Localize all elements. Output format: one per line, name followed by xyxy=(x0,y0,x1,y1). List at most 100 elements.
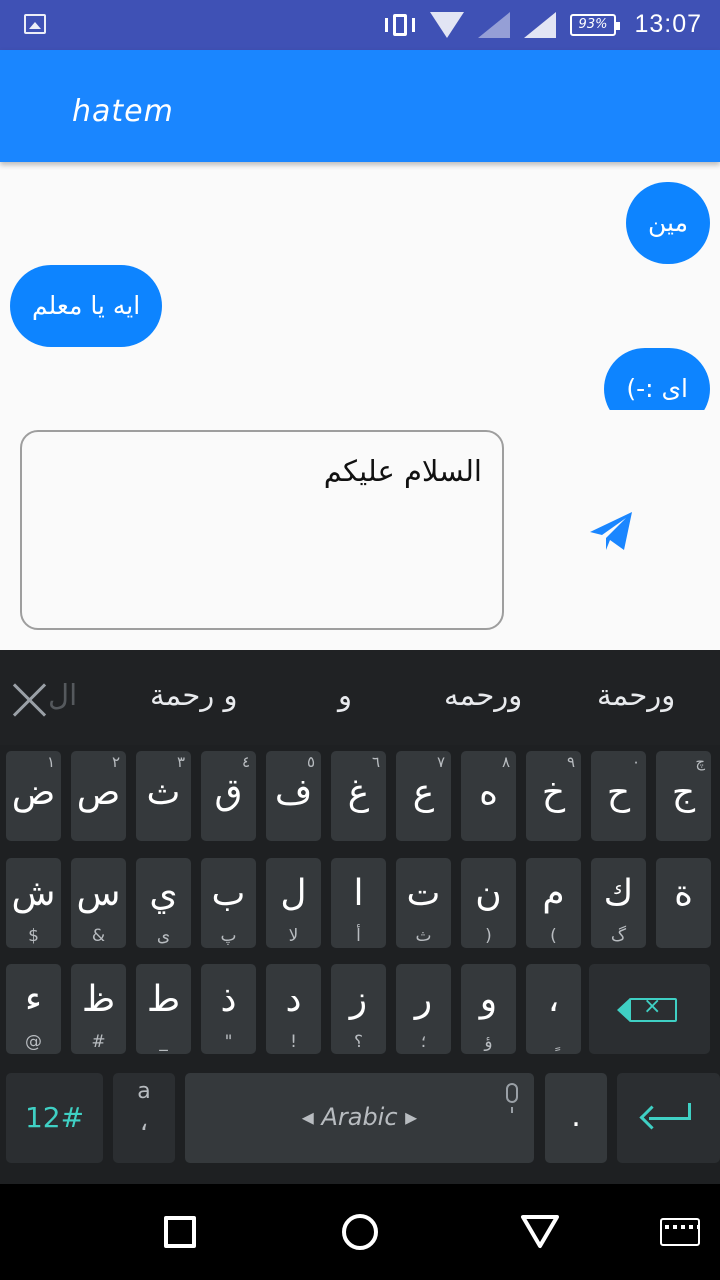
key-row2-6[interactable]: تث xyxy=(396,858,451,948)
app-title: hatem xyxy=(72,94,174,129)
message-input[interactable]: السلام عليكم xyxy=(20,430,504,630)
key-label: ظ xyxy=(81,979,116,1020)
key-row2-4[interactable]: ل لا xyxy=(266,858,321,948)
send-button[interactable] xyxy=(586,508,636,554)
key-alt-label: ( xyxy=(550,926,557,946)
key-label: ء xyxy=(25,979,42,1020)
key-row3-5[interactable]: ز ؟ xyxy=(331,964,386,1054)
key-label: ز xyxy=(349,979,368,1020)
key-alt-label: گ xyxy=(610,926,627,946)
signal-icon-sim1 xyxy=(478,12,510,38)
language-emoji-key[interactable]: a ، xyxy=(113,1073,175,1163)
suggestion-bar: ال و رحمة و ورحمه ورحمة xyxy=(0,650,720,745)
backspace-key[interactable] xyxy=(589,964,710,1054)
suggestion-item[interactable]: ورحمة xyxy=(597,678,675,712)
key-row1-8[interactable]: خ٩ xyxy=(526,751,581,841)
key-hint: ٣ xyxy=(176,753,185,771)
backspace-icon xyxy=(617,994,677,1022)
vibrate-icon xyxy=(384,12,416,38)
recents-button[interactable] xyxy=(164,1216,196,1248)
key-row3-0[interactable]: ء @ xyxy=(6,964,61,1054)
key-row2-8[interactable]: م( xyxy=(526,858,581,948)
key-hint: ٦ xyxy=(371,753,380,771)
key-label: ن xyxy=(475,873,502,914)
key-alt-label: _ xyxy=(159,1032,168,1052)
key-row1-1[interactable]: ص٢ xyxy=(71,751,126,841)
key-label: ، xyxy=(547,979,560,1020)
key-alt-label: ! xyxy=(290,1032,297,1052)
key-hint: ٧ xyxy=(436,753,445,771)
key-row1-7[interactable]: ه٨ xyxy=(461,751,516,841)
key-row3-2[interactable]: ط _ xyxy=(136,964,191,1054)
suggestion-item[interactable]: ال xyxy=(48,678,77,712)
keyboard: ال و رحمة و ورحمه ورحمة ض١ص٢ث٣ق٤ف٥غ٦ع٧ه٨… xyxy=(0,650,720,1184)
key-row2-10[interactable]: ة xyxy=(656,858,711,948)
key-alt-label: & xyxy=(91,926,106,946)
key-row2-3[interactable]: بپ xyxy=(201,858,256,948)
battery-icon: 93% xyxy=(570,14,620,36)
app-bar: hatem xyxy=(0,50,720,162)
key-label: ت xyxy=(406,873,441,914)
key-label: ل xyxy=(280,873,307,914)
key-alt-label: لا xyxy=(288,926,299,946)
send-icon xyxy=(590,512,632,550)
key-row1-2[interactable]: ث٣ xyxy=(136,751,191,841)
key-alt-label: ) xyxy=(485,926,492,946)
navigation-bar xyxy=(0,1184,720,1280)
key-row1-5[interactable]: غ٦ xyxy=(331,751,386,841)
key-row2-5[interactable]: اأ xyxy=(331,858,386,948)
suggestion-item[interactable]: و رحمة xyxy=(150,678,237,712)
space-key[interactable]: ◂ Arabic ▸ xyxy=(185,1073,534,1163)
clock: 13:07 xyxy=(634,10,702,38)
input-language-label: Arabic xyxy=(321,1103,398,1131)
enter-key[interactable] xyxy=(617,1073,720,1163)
status-bar: 93% 13:07 xyxy=(0,0,720,50)
message-list[interactable]: مين ايه يا معلم اى :-) xyxy=(0,162,720,410)
key-alt-label: $ xyxy=(28,926,39,946)
message-bubble-sent[interactable]: مين xyxy=(626,182,710,264)
key-row1-0[interactable]: ض١ xyxy=(6,751,61,841)
home-button[interactable] xyxy=(342,1214,378,1250)
key-row2-0[interactable]: ش $ xyxy=(6,858,61,948)
key-row1-9[interactable]: ح٠ xyxy=(591,751,646,841)
key-row1-3[interactable]: ق٤ xyxy=(201,751,256,841)
message-bubble-sent[interactable]: اى :-) xyxy=(604,348,710,410)
symbols-key[interactable]: 12# xyxy=(6,1073,103,1163)
key-row2-7[interactable]: ن) xyxy=(461,858,516,948)
key-row1-4[interactable]: ف٥ xyxy=(266,751,321,841)
message-bubble-received[interactable]: ايه يا معلم xyxy=(10,265,163,347)
key-alt-label: ؛ xyxy=(420,1032,427,1052)
key-alt-label: أ xyxy=(356,926,361,946)
suggestion-item[interactable]: ورحمه xyxy=(444,678,522,712)
key-row2-9[interactable]: كگ xyxy=(591,858,646,948)
keyboard-switch-icon[interactable] xyxy=(660,1218,700,1246)
key-label: ج xyxy=(671,772,696,813)
close-suggestions-icon[interactable] xyxy=(12,682,48,718)
key-hint: ٢ xyxy=(111,753,120,771)
emoji-key-top-label: a xyxy=(137,1079,151,1104)
suggestion-item[interactable]: و xyxy=(338,678,352,712)
emoji-key-bottom-label: ، xyxy=(139,1107,149,1137)
key-row3-8[interactable]: ،ٍ xyxy=(526,964,581,1054)
key-row3-6[interactable]: ر ؛ xyxy=(396,964,451,1054)
key-row1-10[interactable]: جچ xyxy=(656,751,711,841)
key-label: غ xyxy=(347,772,370,813)
key-label: د xyxy=(285,979,302,1020)
key-row3-7[interactable]: وؤ xyxy=(461,964,516,1054)
message-input-text: السلام عليكم xyxy=(323,454,482,488)
key-row2-1[interactable]: س & xyxy=(71,858,126,948)
key-row2-2[interactable]: يى xyxy=(136,858,191,948)
key-alt-label: @ xyxy=(25,1032,42,1052)
key-label: ح xyxy=(606,772,631,813)
microphone-icon[interactable] xyxy=(506,1083,518,1113)
key-label: م xyxy=(542,873,565,914)
wifi-icon xyxy=(430,12,464,38)
key-row1-6[interactable]: ع٧ xyxy=(396,751,451,841)
key-row3-4[interactable]: د! xyxy=(266,964,321,1054)
key-row3-1[interactable]: ظ # xyxy=(71,964,126,1054)
period-key[interactable]: . xyxy=(545,1073,607,1163)
key-label: ا xyxy=(353,873,364,914)
back-button[interactable] xyxy=(520,1214,560,1250)
status-icons: 93% xyxy=(384,10,620,40)
key-row3-3[interactable]: ذ " xyxy=(201,964,256,1054)
